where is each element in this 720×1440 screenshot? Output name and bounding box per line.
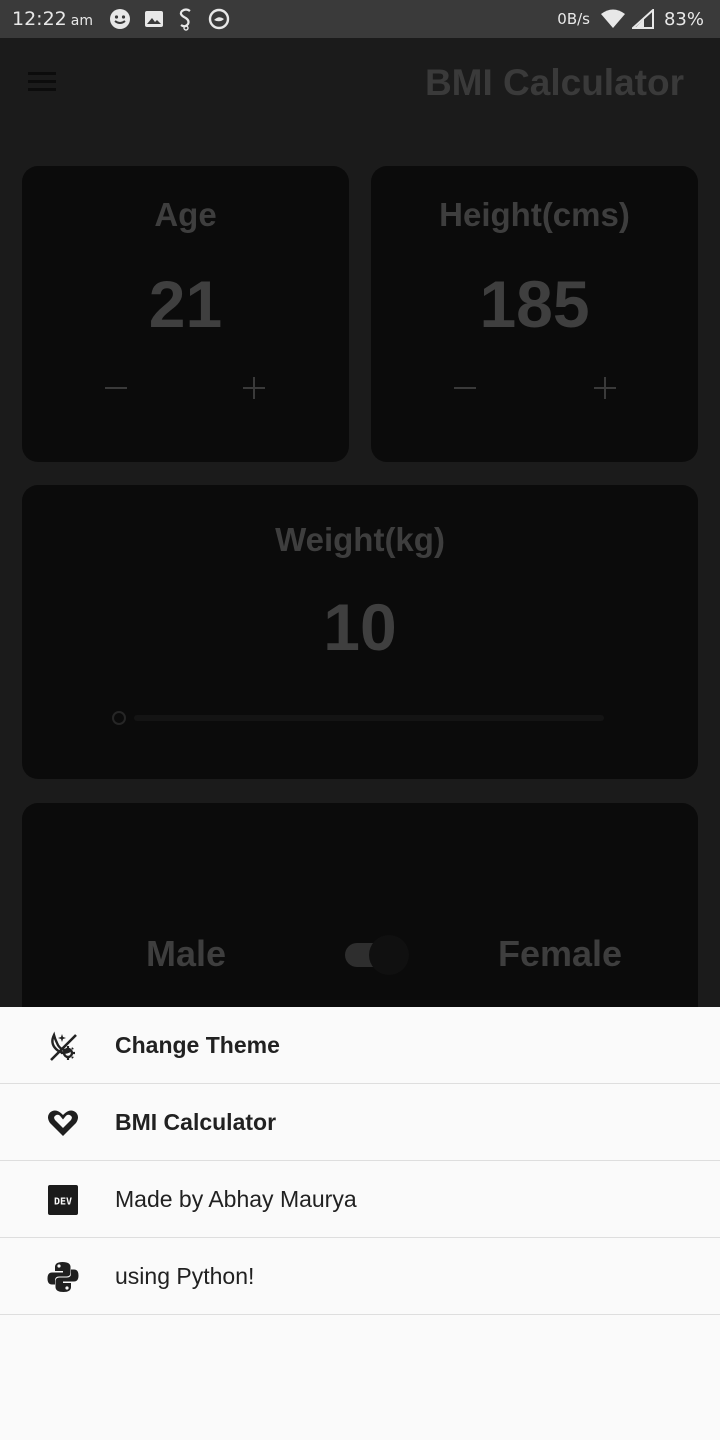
height-value: 185 bbox=[479, 267, 590, 341]
dev-icon: DEV bbox=[48, 1185, 78, 1215]
sheet-item-label: Change Theme bbox=[115, 1031, 280, 1058]
weight-card: Weight(kg) 10 bbox=[22, 485, 698, 779]
weight-label: Weight(kg) bbox=[275, 521, 445, 558]
theme-icon bbox=[50, 1031, 77, 1061]
gender-toggle[interactable] bbox=[343, 935, 409, 975]
wifi-icon bbox=[600, 9, 625, 28]
app-bar: BMI Calculator bbox=[0, 38, 720, 130]
age-card: Age 21 bbox=[22, 166, 349, 462]
heart-icon bbox=[48, 1110, 78, 1136]
bottom-sheet-menu: Change Theme BMI Calculator DEV Made by … bbox=[0, 1007, 720, 1440]
age-increment-button[interactable] bbox=[238, 372, 270, 404]
sheet-item-label: using Python! bbox=[115, 1262, 255, 1289]
menu-icon[interactable] bbox=[28, 72, 58, 96]
male-label: Male bbox=[146, 933, 227, 974]
image-notification-icon bbox=[144, 11, 163, 27]
signal-icon bbox=[631, 9, 654, 29]
status-ampm: am bbox=[70, 13, 93, 29]
gender-toggle-thumb bbox=[369, 935, 409, 975]
age-label: Age bbox=[154, 196, 217, 233]
weight-slider[interactable] bbox=[134, 715, 604, 721]
status-bar: 12:22 am 0B/s 83% bbox=[0, 0, 720, 38]
s-app-notification-icon bbox=[179, 8, 191, 31]
svg-text:DEV: DEV bbox=[54, 1197, 72, 1208]
chat-notification-icon bbox=[208, 8, 230, 30]
age-value: 21 bbox=[148, 267, 223, 341]
sheet-item-bmi-calculator[interactable]: BMI Calculator bbox=[0, 1084, 720, 1161]
sheet-item-label: Made by Abhay Maurya bbox=[115, 1185, 357, 1212]
age-decrement-button[interactable] bbox=[100, 372, 132, 404]
smiley-notification-icon bbox=[109, 9, 130, 29]
app-title: BMI Calculator bbox=[424, 62, 684, 103]
sheet-item-made-by[interactable]: DEV Made by Abhay Maurya bbox=[0, 1161, 720, 1238]
status-time: 12:22 bbox=[12, 8, 67, 30]
height-increment-button[interactable] bbox=[589, 372, 621, 404]
python-icon bbox=[47, 1262, 79, 1292]
height-label: Height(cms) bbox=[439, 196, 630, 233]
weight-slider-thumb[interactable] bbox=[112, 711, 126, 725]
height-decrement-button[interactable] bbox=[449, 372, 481, 404]
height-card: Height(cms) 185 bbox=[371, 166, 698, 462]
female-label: Female bbox=[498, 933, 623, 974]
sheet-item-using-python[interactable]: using Python! bbox=[0, 1238, 720, 1315]
battery-percent: 83% bbox=[663, 8, 704, 30]
sheet-item-label: BMI Calculator bbox=[115, 1108, 277, 1135]
sheet-item-change-theme[interactable]: Change Theme bbox=[0, 1007, 720, 1084]
weight-value: 10 bbox=[323, 590, 397, 664]
network-speed: 0B/s bbox=[557, 10, 590, 28]
